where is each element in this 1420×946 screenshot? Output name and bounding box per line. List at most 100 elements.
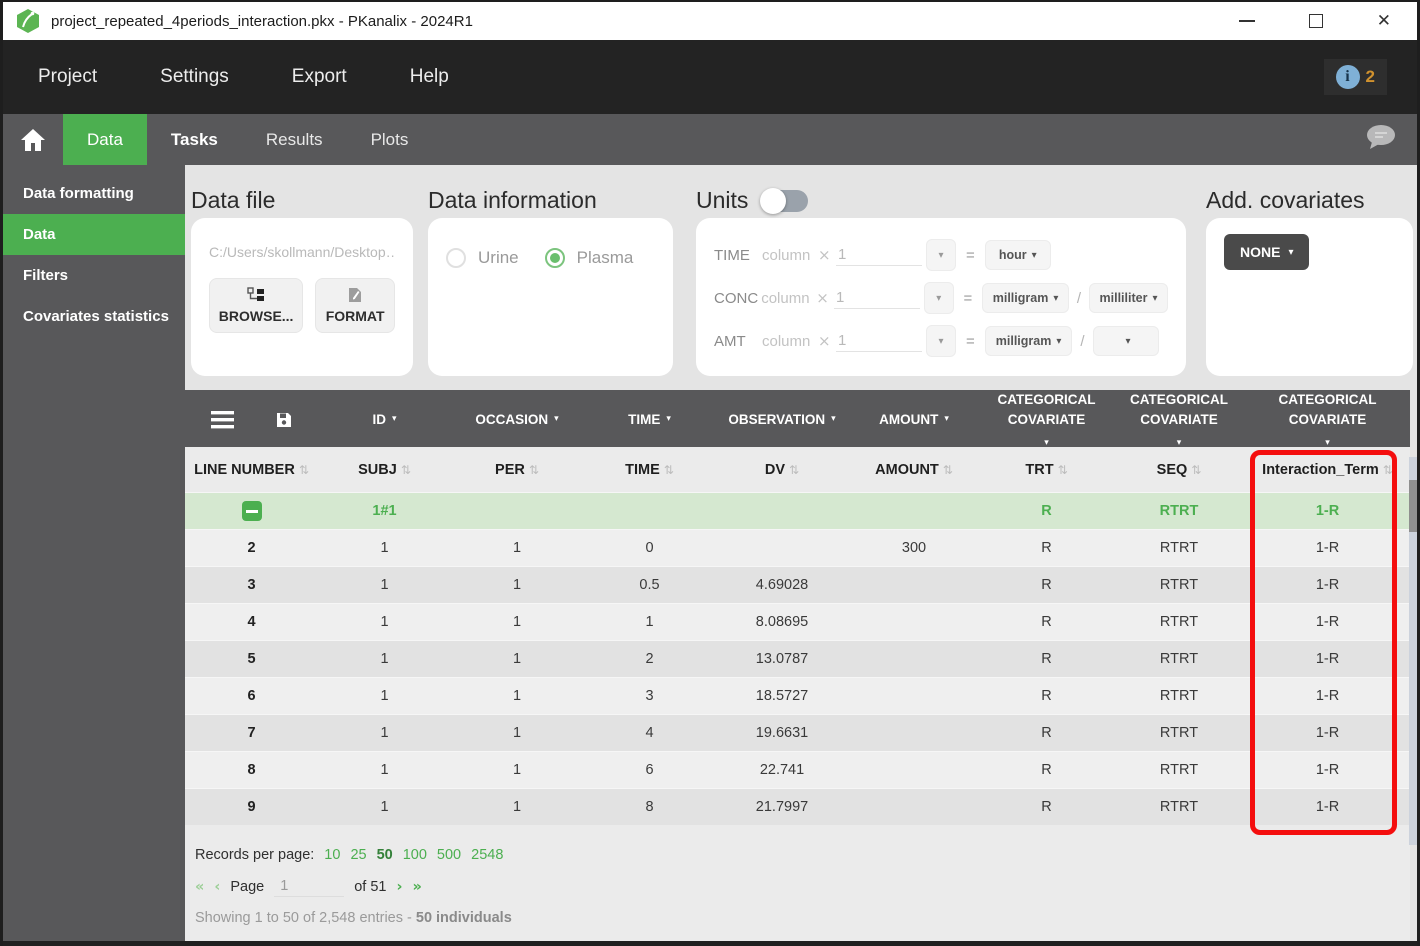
column-header-subj[interactable]: SUBJ ⇅ [318, 462, 451, 478]
records-per-page-option-50[interactable]: 50 [377, 847, 393, 863]
column-header-interaction_term[interactable]: Interaction_Term ⇅ [1245, 462, 1410, 478]
tab-data[interactable]: Data [63, 114, 147, 165]
add-covariates-heading: Add. covariates [1206, 187, 1365, 213]
column-type-header[interactable]: CATEGORICAL COVARIATE ▾ [1113, 390, 1245, 450]
title-bar: project_repeated_4periods_interaction.pk… [3, 2, 1417, 40]
table-cell: 1 [645, 614, 654, 630]
unit-select-amt[interactable]: milligram ▾ [984, 326, 1073, 356]
column-header-seq[interactable]: SEQ ⇅ [1113, 462, 1245, 478]
records-per-page-option-10[interactable]: 10 [324, 847, 340, 863]
table-cell: 1 [512, 725, 522, 741]
unit-column-dropdown[interactable]: ▾ [926, 325, 956, 357]
column-header-time[interactable]: TIME ⇅ [583, 462, 716, 478]
table-cell: 1 [380, 577, 389, 593]
column-type-header[interactable]: OCCASION ▾ [451, 410, 583, 430]
table-row[interactable]: 3 1 1 0.5 4.69028 R RTRT 1-R [185, 566, 1410, 603]
units-toggle[interactable] [760, 187, 809, 214]
column-type-header[interactable]: ID ▾ [318, 410, 451, 430]
table-group-row[interactable]: 1#1 R RTRT 1-R [185, 492, 1410, 529]
table-menu-icon[interactable] [211, 411, 234, 429]
tab-plots[interactable]: Plots [347, 114, 433, 165]
unit-factor-input[interactable] [833, 287, 920, 309]
home-button[interactable] [3, 114, 63, 165]
covariates-none-dropdown[interactable]: NONE ▾ [1224, 234, 1310, 270]
menu-item-settings[interactable]: Settings [160, 66, 229, 88]
table-cell: R [1041, 725, 1052, 741]
chevron-down-icon: ▾ [1288, 246, 1294, 258]
table-cell: R [1041, 651, 1052, 667]
sidebar-item-covariates-statistics[interactable]: Covariates statistics [3, 296, 185, 337]
records-per-page-option-100[interactable]: 100 [403, 847, 427, 863]
last-page-button[interactable]: » [412, 879, 421, 895]
feedback-button[interactable] [1365, 123, 1397, 156]
table-cell: 1-R [1315, 688, 1340, 704]
app-window: project_repeated_4periods_interaction.pk… [0, 0, 1420, 946]
close-button[interactable]: ✕ [1377, 12, 1391, 30]
column-header-dv[interactable]: DV ⇅ [716, 462, 848, 478]
table-cell: 1 [512, 651, 522, 667]
sidebar-item-filters[interactable]: Filters [3, 255, 185, 296]
first-page-button[interactable]: « [195, 879, 204, 895]
unit-select-time[interactable]: hour ▾ [984, 240, 1051, 270]
column-type-header[interactable]: AMOUNT ▾ [848, 410, 980, 430]
menu-item-export[interactable]: Export [292, 66, 347, 88]
data-table: ID ▾ OCCASION ▾ TIME ▾ OBSERVATION ▾ AMOUNT ▾ CATE… [185, 390, 1410, 825]
table-row[interactable]: 9 1 1 8 21.7997 R RTRT 1-R [185, 788, 1410, 825]
table-cell: 1-R [1315, 503, 1340, 519]
tab-results[interactable]: Results [242, 114, 347, 165]
next-page-button[interactable]: › [396, 879, 402, 895]
browse-button[interactable]: BROWSE... [209, 278, 304, 333]
sidebar-item-data-formatting[interactable]: Data formatting [3, 173, 185, 214]
table-row[interactable]: 8 1 1 6 22.741 R RTRT 1-R [185, 751, 1410, 788]
records-per-page-option-500[interactable]: 500 [437, 847, 461, 863]
unit-column-dropdown[interactable]: ▾ [923, 282, 954, 314]
sidebar: Data formatting Data Filters Covariates sta… [3, 165, 185, 946]
column-type-header[interactable]: OBSERVATION ▾ [716, 410, 848, 430]
table-row[interactable]: 7 1 1 4 19.6631 R RTRT 1-R [185, 714, 1410, 751]
tab-tasks[interactable]: Tasks [147, 114, 242, 165]
column-type-header[interactable]: TIME ▾ [583, 410, 716, 430]
radio-urine[interactable]: Urine [446, 248, 519, 268]
column-header-line-number[interactable]: LINE NUMBER ⇅ [185, 462, 318, 478]
column-header-per[interactable]: PER ⇅ [451, 462, 583, 478]
table-vertical-scrollbar[interactable] [1409, 457, 1417, 845]
records-per-page-option-2548[interactable]: 2548 [471, 847, 503, 863]
collapse-group-icon[interactable] [241, 501, 262, 521]
unit-column-dropdown[interactable]: ▾ [926, 239, 956, 271]
column-type-header[interactable]: CATEGORICAL COVARIATE ▾ [980, 390, 1113, 450]
records-per-page-option-25[interactable]: 25 [350, 847, 366, 863]
table-row[interactable]: 6 1 1 3 18.5727 R RTRT 1-R [185, 677, 1410, 714]
format-button[interactable]: FORMAT [315, 278, 395, 333]
page-input[interactable] [274, 876, 345, 897]
sidebar-item-data[interactable]: Data [3, 214, 185, 255]
maximize-button[interactable] [1308, 14, 1323, 28]
table-cell: 1-R [1315, 762, 1340, 778]
unit-select-conc[interactable]: milligram ▾ [982, 283, 1069, 313]
unit-factor-input[interactable] [836, 330, 922, 352]
column-type-header[interactable]: CATEGORICAL COVARIATE ▾ [1245, 390, 1410, 450]
column-header-amount[interactable]: AMOUNT ⇅ [848, 462, 980, 478]
table-cell: 1-R [1315, 651, 1340, 667]
table-row[interactable]: 5 1 1 2 13.0787 R RTRT 1-R [185, 640, 1410, 677]
table-cell: 13.0787 [755, 651, 809, 667]
table-cell: 9 [247, 799, 256, 815]
save-icon[interactable] [276, 412, 292, 428]
menu-item-project[interactable]: Project [38, 66, 97, 88]
scrollbar-thumb[interactable] [1409, 480, 1417, 532]
unit-row-amt: AMTcolumn×▾=milligram▾/▾ [714, 324, 1168, 358]
unit-denominator-select[interactable]: milliliter ▾ [1088, 283, 1168, 313]
table-cell: RTRT [1159, 725, 1199, 741]
unit-factor-input[interactable] [836, 244, 922, 266]
tab-bar: Data Tasks Results Plots [3, 114, 1417, 165]
minimize-button[interactable] [1238, 20, 1255, 22]
table-row[interactable]: 2 1 1 0 300 R RTRT 1-R [185, 529, 1410, 566]
table-row[interactable]: 4 1 1 1 8.08695 R RTRT 1-R [185, 603, 1410, 640]
radio-plasma[interactable]: Plasma [544, 248, 633, 268]
table-cell: 1 [512, 577, 522, 593]
notifications-badge[interactable]: i 2 [1323, 59, 1387, 95]
prev-page-button[interactable]: ‹ [214, 879, 220, 895]
table-cell: 8 [645, 799, 654, 815]
menu-item-help[interactable]: Help [410, 66, 449, 88]
column-header-trt[interactable]: TRT ⇅ [980, 462, 1113, 478]
unit-denominator-select[interactable]: ▾ [1092, 326, 1159, 356]
